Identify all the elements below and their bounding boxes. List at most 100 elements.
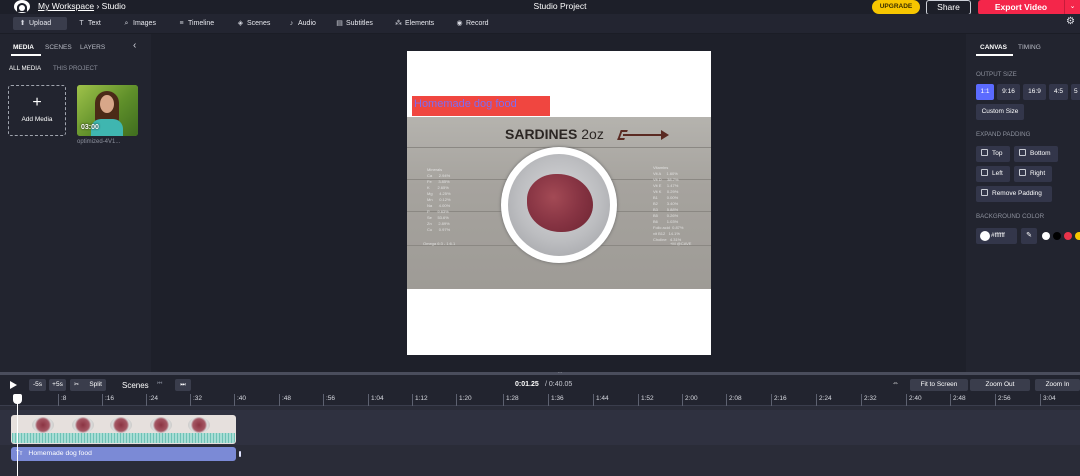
images-tool-button[interactable]: ⌕ Images [122, 17, 156, 30]
scenes-tool-button[interactable]: ◈ Scenes [236, 17, 271, 30]
padding-right-checkbox[interactable]: Right [1014, 166, 1052, 182]
ruler-tick: 2:24 [816, 394, 832, 406]
subtitles-icon: ▤ [336, 20, 343, 27]
ruler-tick: :16 [102, 394, 114, 406]
audio-tool-button[interactable]: ♪ Audio [287, 17, 316, 30]
ruler-tick: 1:28 [503, 394, 519, 406]
canvas-stage: SARDINES 2oz Minerals Ca 2.94% Fe 3.85% … [151, 34, 966, 372]
padding-top-checkbox[interactable]: Top [976, 146, 1010, 162]
size-9-16-button[interactable]: 9:16 [997, 84, 1020, 100]
ruler-tick: 1:52 [638, 394, 654, 406]
gear-icon[interactable]: ⚙ [1066, 16, 1075, 27]
background-color-heading: BACKGROUND COLOR [976, 213, 1045, 220]
text-tool-label: Text [88, 20, 101, 27]
add-media-button[interactable]: + Add Media [8, 85, 66, 136]
ruler-tick: 1:20 [456, 394, 472, 406]
tab-scenes[interactable]: SCENES [45, 44, 72, 51]
subtab-all-media[interactable]: ALL MEDIA [9, 65, 41, 72]
size-16-9-button[interactable]: 16:9 [1023, 84, 1046, 100]
subtab-this-project[interactable]: THIS PROJECT [53, 65, 98, 72]
text-clip[interactable]: Tт Homemade dog food [11, 447, 241, 461]
upload-icon: ⬆ [19, 20, 26, 27]
checkbox-icon [1019, 149, 1026, 156]
sardines-image-layer[interactable]: SARDINES 2oz Minerals Ca 2.94% Fe 3.85% … [407, 117, 711, 289]
preset-color-black[interactable] [1053, 232, 1061, 240]
custom-size-button[interactable]: Custom Size [976, 104, 1024, 120]
remove-padding-checkbox[interactable]: Remove Padding [976, 186, 1052, 202]
caption-text[interactable]: Homemade dog food [414, 98, 517, 110]
eyedropper-icon[interactable]: ✎ [1021, 228, 1037, 244]
properties-panel: CANVAS TIMING OUTPUT SIZE 1:1 9:16 16:9 … [966, 34, 1080, 372]
timeline-tool-button[interactable]: ≡ Timeline [177, 17, 214, 30]
preset-color-white[interactable] [1042, 232, 1050, 240]
video-canvas[interactable]: SARDINES 2oz Minerals Ca 2.94% Fe 3.85% … [407, 51, 711, 355]
ruler-tick: 3:04 [1040, 394, 1056, 406]
next-scene-icon[interactable]: ⏭ [175, 379, 191, 391]
rewind-5s-button[interactable]: -5s [29, 379, 46, 391]
background-color-value: #ffffff [991, 232, 1005, 239]
collapse-panel-chevron-left-icon[interactable]: ‹ [133, 40, 136, 51]
nutrient-list-right: Vitamins Vit A 1.60% Vit D 38.7% Vit E 1… [653, 165, 684, 242]
search-icon: ⌕ [124, 20, 129, 27]
workspace-link[interactable]: My Workspace [38, 1, 94, 11]
tab-media[interactable]: MEDIA [13, 44, 34, 51]
padding-left-checkbox[interactable]: Left [976, 166, 1010, 182]
ruler-tick: :24 [146, 394, 158, 406]
subtitles-tool-button[interactable]: ▤ Subtitles [335, 17, 373, 30]
upload-button[interactable]: ⬆ Upload [13, 17, 67, 30]
ruler-tick: :40 [234, 394, 246, 406]
workspace-avatar[interactable] [14, 0, 30, 13]
color-swatch [980, 231, 990, 241]
share-button[interactable]: Share [926, 0, 971, 15]
forward-5s-button[interactable]: +5s [49, 379, 66, 391]
playhead-handle[interactable] [13, 394, 22, 404]
size-more-button[interactable]: 5 [1071, 84, 1080, 100]
elements-tool-button[interactable]: ⁂ Elements [394, 17, 434, 30]
zoom-out-button[interactable]: Zoom Out [970, 379, 1030, 391]
ruler-tick: :32 [190, 394, 202, 406]
padding-bottom-checkbox[interactable]: Bottom [1014, 146, 1058, 162]
size-4-5-button[interactable]: 4:5 [1049, 84, 1068, 100]
clip-resize-handle[interactable] [239, 451, 241, 457]
project-title[interactable]: Studio Project [520, 1, 600, 11]
tab-canvas[interactable]: CANVAS [980, 44, 1007, 51]
background-color-picker[interactable]: #ffffff [976, 228, 1017, 244]
active-tab-indicator [11, 54, 41, 56]
ruler-tick: 2:48 [950, 394, 966, 406]
tab-layers[interactable]: LAYERS [80, 44, 105, 51]
media-thumbnail[interactable]: 03:00 [77, 85, 138, 136]
video-clip[interactable] [11, 415, 236, 444]
media-panel: MEDIA SCENES LAYERS ‹ ALL MEDIA THIS PRO… [0, 34, 151, 372]
fit-to-screen-icon[interactable]: ⇔ [892, 380, 906, 390]
text-track: Tт Homemade dog food [0, 445, 1080, 463]
nutrient-list-left: Minerals Ca 2.94% Fe 3.85% K 2.65% Mg 4.… [427, 167, 451, 232]
ruler-tick: 2:08 [726, 394, 742, 406]
play-icon[interactable] [10, 381, 17, 389]
checkbox-icon [1019, 169, 1026, 176]
text-tool-button[interactable]: T Text [77, 17, 101, 30]
preset-color-yellow[interactable] [1075, 232, 1080, 240]
ruler-tick: 1:04 [368, 394, 384, 406]
scenes-tool-label: Scenes [247, 20, 271, 27]
export-options-chevron-down-icon[interactable]: ⌄ [1064, 0, 1080, 15]
fit-to-screen-button[interactable]: Fit to Screen [910, 379, 968, 391]
export-video-button[interactable]: Export Video [978, 0, 1064, 15]
media-duration: 03:00 [81, 124, 99, 131]
tab-timing[interactable]: TIMING [1018, 44, 1041, 51]
timeline-tool-label: Timeline [188, 20, 215, 27]
timeline-ruler[interactable]: :8 :16 :24 :32 :40 :48 :56 1:04 1:12 1:2… [0, 394, 1080, 406]
record-tool-button[interactable]: ◉ Record [455, 17, 488, 30]
size-1-1-button[interactable]: 1:1 [976, 84, 994, 100]
checkbox-icon [981, 189, 988, 196]
preset-color-red[interactable] [1064, 232, 1072, 240]
previous-scene-icon[interactable]: ⏮ [157, 381, 162, 388]
padding-right-label: Right [1030, 170, 1046, 177]
video-track [0, 410, 1080, 445]
split-button[interactable]: ✂ Split [70, 379, 106, 391]
plus-icon: + [32, 94, 42, 111]
upgrade-button[interactable]: UPGRADE [872, 0, 920, 14]
text-clip-label: Homemade dog food [28, 450, 92, 457]
zoom-in-button[interactable]: Zoom In [1035, 379, 1080, 391]
padding-top-label: Top [992, 150, 1003, 157]
padding-left-label: Left [992, 170, 1003, 177]
